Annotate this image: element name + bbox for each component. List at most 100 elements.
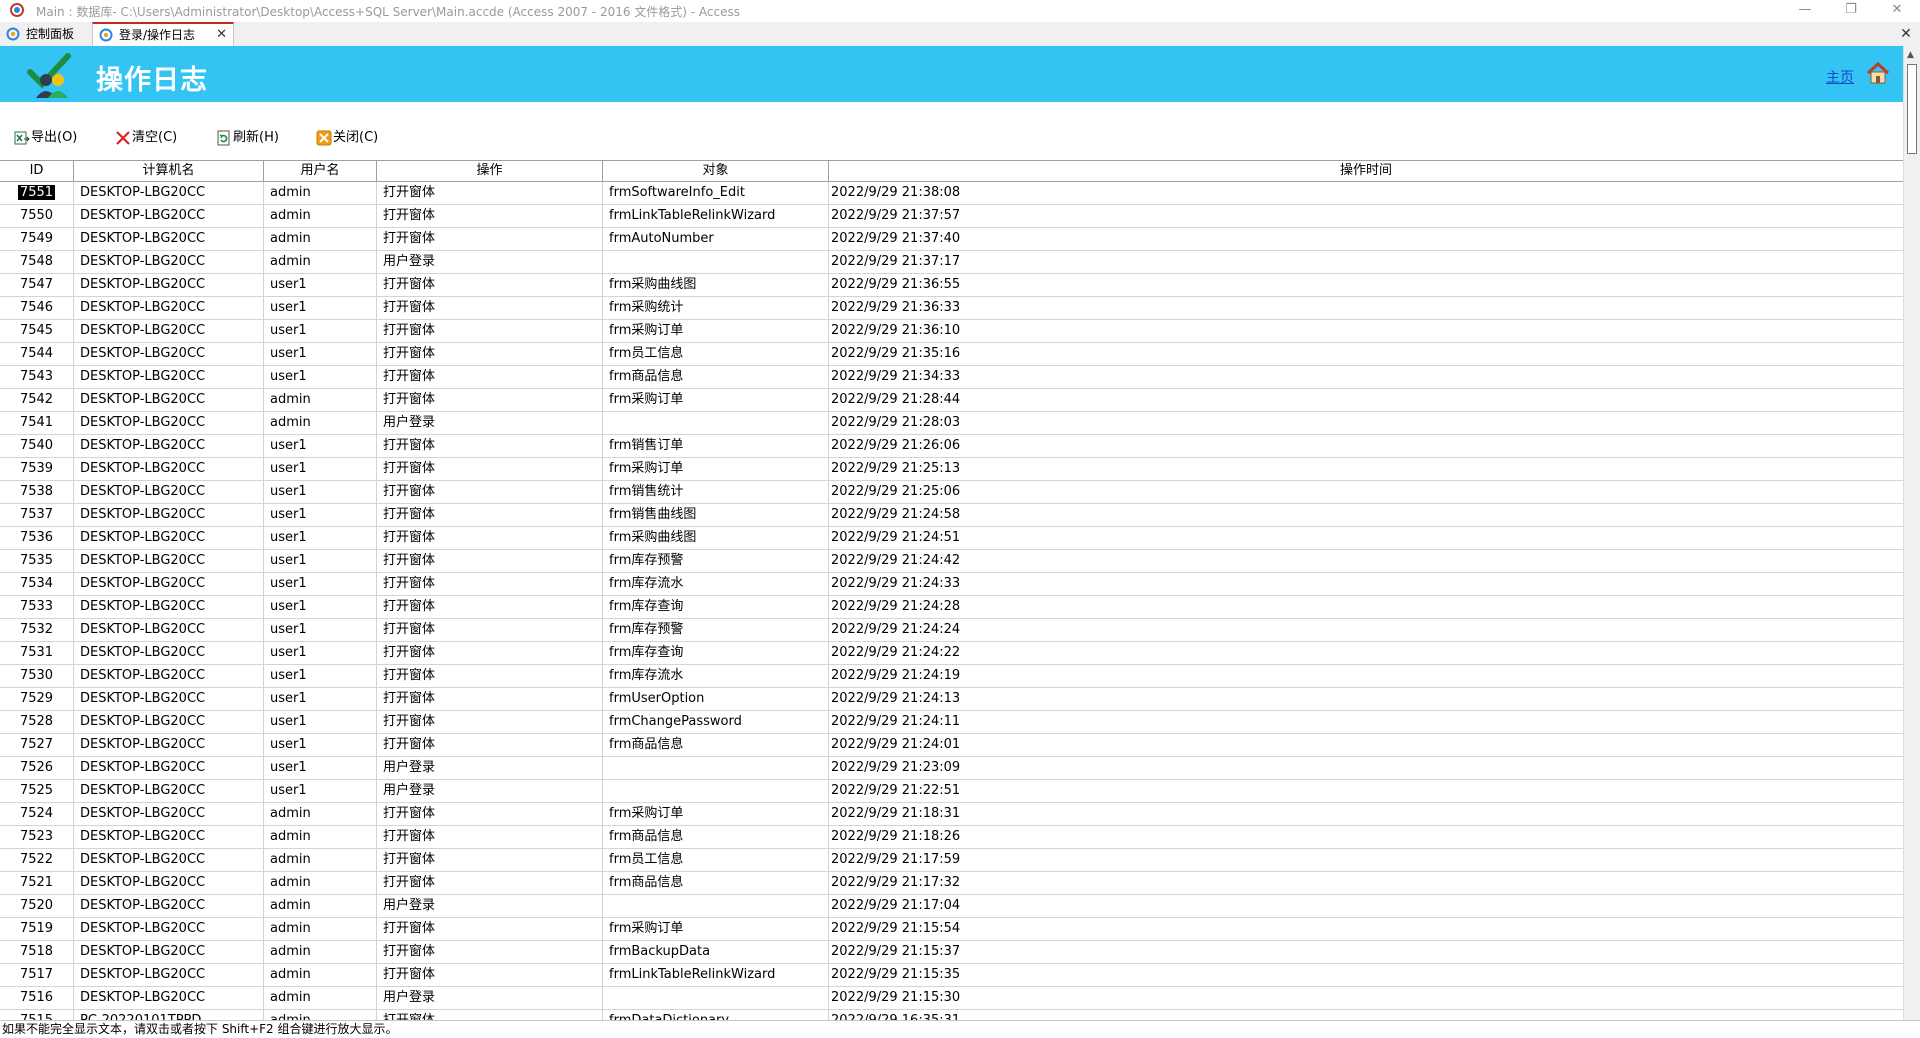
cell-computer[interactable]: DESKTOP-LBG20CC	[74, 481, 264, 503]
table-row[interactable]: 7547 DESKTOP-LBG20CC user1 打开窗体 frm采购曲线图 2022…	[0, 274, 1903, 297]
cell-user[interactable]: user1	[264, 366, 377, 388]
cell-time[interactable]: 2022/9/29 21:25:13	[829, 458, 1903, 480]
cell-time[interactable]: 2022/9/29 21:34:33	[829, 366, 1903, 388]
table-row[interactable]: 7526 DESKTOP-LBG20CC user1 用户登录 2022/9/29 21…	[0, 757, 1903, 780]
cell-operation[interactable]: 打开窗体	[377, 343, 603, 365]
column-header-operation[interactable]: 操作	[377, 161, 603, 181]
cell-object[interactable]	[603, 987, 829, 1009]
cell-computer[interactable]: DESKTOP-LBG20CC	[74, 504, 264, 526]
table-row[interactable]: 7523 DESKTOP-LBG20CC admin 打开窗体 frm商品信息 2022/…	[0, 826, 1903, 849]
table-row[interactable]: 7533 DESKTOP-LBG20CC user1 打开窗体 frm库存查询 2022/…	[0, 596, 1903, 619]
cell-time[interactable]: 2022/9/29 21:24:11	[829, 711, 1903, 733]
cell-object[interactable]: frm商品信息	[603, 734, 829, 756]
cell-computer[interactable]: DESKTOP-LBG20CC	[74, 274, 264, 296]
table-row[interactable]: 7529 DESKTOP-LBG20CC user1 打开窗体 frmUserOptio…	[0, 688, 1903, 711]
cell-id[interactable]: 7542	[0, 389, 74, 411]
table-row[interactable]: 7540 DESKTOP-LBG20CC user1 打开窗体 frm销售订单 2022/…	[0, 435, 1903, 458]
close-form-button[interactable]: 关闭(C)	[316, 128, 388, 148]
column-header-object[interactable]: 对象	[603, 161, 829, 181]
cell-computer[interactable]: DESKTOP-LBG20CC	[74, 228, 264, 250]
table-row[interactable]: 7532 DESKTOP-LBG20CC user1 打开窗体 frm库存预警 2022/…	[0, 619, 1903, 642]
table-row[interactable]: 7537 DESKTOP-LBG20CC user1 打开窗体 frm销售曲线图 2022…	[0, 504, 1903, 527]
cell-time[interactable]: 2022/9/29 21:36:55	[829, 274, 1903, 296]
cell-operation[interactable]: 打开窗体	[377, 711, 603, 733]
cell-time[interactable]: 2022/9/29 21:24:28	[829, 596, 1903, 618]
cell-time[interactable]: 2022/9/29 21:15:35	[829, 964, 1903, 986]
table-row[interactable]: 7521 DESKTOP-LBG20CC admin 打开窗体 frm商品信息 2022/…	[0, 872, 1903, 895]
cell-user[interactable]: user1	[264, 619, 377, 641]
cell-user[interactable]: user1	[264, 481, 377, 503]
cell-computer[interactable]: DESKTOP-LBG20CC	[74, 734, 264, 756]
cell-object[interactable]: frm库存流水	[603, 665, 829, 687]
cell-user[interactable]: user1	[264, 435, 377, 457]
cell-user[interactable]: admin	[264, 228, 377, 250]
cell-object[interactable]: frmAutoNumber	[603, 228, 829, 250]
cell-user[interactable]: admin	[264, 803, 377, 825]
table-row[interactable]: 7545 DESKTOP-LBG20CC user1 打开窗体 frm采购订单 2022/…	[0, 320, 1903, 343]
cell-time[interactable]: 2022/9/29 21:28:44	[829, 389, 1903, 411]
table-row[interactable]: 7519 DESKTOP-LBG20CC admin 打开窗体 frm采购订单 2022/…	[0, 918, 1903, 941]
cell-id[interactable]: 7538	[0, 481, 74, 503]
cell-user[interactable]: user1	[264, 665, 377, 687]
cell-operation[interactable]: 打开窗体	[377, 734, 603, 756]
table-row[interactable]: 7525 DESKTOP-LBG20CC user1 用户登录 2022/9/29 21…	[0, 780, 1903, 803]
table-row[interactable]: 7551 DESKTOP-LBG20CC admin 打开窗体 frmSoftwareI…	[0, 182, 1903, 205]
tab-control-panel[interactable]: 控制面板	[0, 23, 90, 45]
cell-computer[interactable]: DESKTOP-LBG20CC	[74, 573, 264, 595]
column-header-user[interactable]: 用户名	[264, 161, 377, 181]
table-row[interactable]: 7518 DESKTOP-LBG20CC admin 打开窗体 frmBackupDat…	[0, 941, 1903, 964]
table-row[interactable]: 7544 DESKTOP-LBG20CC user1 打开窗体 frm员工信息 2022/…	[0, 343, 1903, 366]
table-row[interactable]: 7541 DESKTOP-LBG20CC admin 用户登录 2022/9/29 21…	[0, 412, 1903, 435]
cell-user[interactable]: user1	[264, 320, 377, 342]
scroll-up-icon[interactable]: ▲	[1907, 50, 1914, 60]
cell-object[interactable]: frm商品信息	[603, 826, 829, 848]
cell-operation[interactable]: 打开窗体	[377, 619, 603, 641]
cell-time[interactable]: 2022/9/29 21:24:33	[829, 573, 1903, 595]
cell-object[interactable]: frmUserOption	[603, 688, 829, 710]
cell-object[interactable]: frmLinkTableRelinkWizard	[603, 205, 829, 227]
table-row[interactable]: 7535 DESKTOP-LBG20CC user1 打开窗体 frm库存预警 2022/…	[0, 550, 1903, 573]
cell-time[interactable]: 2022/9/29 21:37:17	[829, 251, 1903, 273]
cell-computer[interactable]: DESKTOP-LBG20CC	[74, 918, 264, 940]
column-header-time[interactable]: 操作时间	[829, 161, 1903, 181]
cell-operation[interactable]: 打开窗体	[377, 366, 603, 388]
cell-user[interactable]: user1	[264, 642, 377, 664]
cell-computer[interactable]: DESKTOP-LBG20CC	[74, 251, 264, 273]
cell-id[interactable]: 7537	[0, 504, 74, 526]
cell-operation[interactable]: 打开窗体	[377, 918, 603, 940]
cell-id[interactable]: 7545	[0, 320, 74, 342]
cell-time[interactable]: 2022/9/29 21:22:51	[829, 780, 1903, 802]
cell-user[interactable]: admin	[264, 872, 377, 894]
cell-computer[interactable]: DESKTOP-LBG20CC	[74, 987, 264, 1009]
cell-object[interactable]: frm采购曲线图	[603, 274, 829, 296]
cell-operation[interactable]: 打开窗体	[377, 642, 603, 664]
cell-time[interactable]: 2022/9/29 21:26:06	[829, 435, 1903, 457]
restore-button[interactable]: ❐	[1828, 0, 1874, 21]
cell-user[interactable]: admin	[264, 251, 377, 273]
cell-time[interactable]: 2022/9/29 21:24:19	[829, 665, 1903, 687]
cell-computer[interactable]: DESKTOP-LBG20CC	[74, 665, 264, 687]
cell-object[interactable]	[603, 780, 829, 802]
cell-user[interactable]: user1	[264, 757, 377, 779]
cell-operation[interactable]: 打开窗体	[377, 596, 603, 618]
export-button[interactable]: 导出(O)	[14, 128, 86, 148]
cell-time[interactable]: 2022/9/29 21:38:08	[829, 182, 1903, 204]
cell-id[interactable]: 7526	[0, 757, 74, 779]
cell-computer[interactable]: DESKTOP-LBG20CC	[74, 458, 264, 480]
cell-time[interactable]: 2022/9/29 21:15:30	[829, 987, 1903, 1009]
cell-computer[interactable]: DESKTOP-LBG20CC	[74, 619, 264, 641]
cell-object[interactable]	[603, 412, 829, 434]
cell-id[interactable]: 7550	[0, 205, 74, 227]
scrollbar-thumb[interactable]	[1907, 64, 1917, 154]
table-row[interactable]: 7543 DESKTOP-LBG20CC user1 打开窗体 frm商品信息 2022/…	[0, 366, 1903, 389]
cell-operation[interactable]: 用户登录	[377, 987, 603, 1009]
table-row[interactable]: 7527 DESKTOP-LBG20CC user1 打开窗体 frm商品信息 2022/…	[0, 734, 1903, 757]
cell-object[interactable]: frm采购统计	[603, 297, 829, 319]
cell-user[interactable]: admin	[264, 826, 377, 848]
cell-computer[interactable]: DESKTOP-LBG20CC	[74, 895, 264, 917]
cell-object[interactable]: frm库存查询	[603, 642, 829, 664]
cell-operation[interactable]: 用户登录	[377, 895, 603, 917]
cell-object[interactable]: frm库存预警	[603, 550, 829, 572]
cell-operation[interactable]: 打开窗体	[377, 550, 603, 572]
cell-user[interactable]: user1	[264, 688, 377, 710]
